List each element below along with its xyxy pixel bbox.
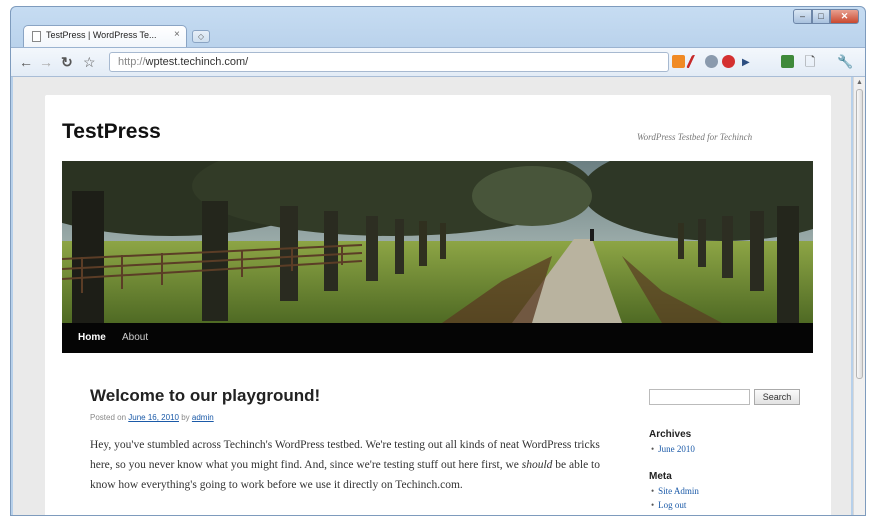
block-icon[interactable]: [722, 55, 735, 68]
browser-window: TestPress | WordPress Te... × ◇ – □ ✕ ← …: [10, 6, 866, 516]
browser-tab[interactable]: TestPress | WordPress Te... ×: [23, 25, 187, 47]
menu-item-about[interactable]: About: [122, 332, 148, 343]
archive-link[interactable]: • June 2010: [651, 444, 695, 454]
maximize-button[interactable]: □: [812, 9, 830, 24]
menu-item-home[interactable]: Home: [78, 332, 106, 343]
url-protocol: http://: [118, 56, 146, 68]
wrench-icon[interactable]: 🔧: [837, 54, 853, 70]
page-menu-icon[interactable]: 🗋: [805, 54, 815, 70]
archive-link-text[interactable]: June 2010: [658, 444, 695, 454]
post-meta: Posted on June 16, 2010 by admin: [90, 413, 214, 422]
site-admin-text[interactable]: Site Admin: [658, 486, 699, 496]
evernote-icon[interactable]: [781, 55, 794, 68]
primary-menu: Home About: [62, 323, 813, 353]
minimize-button[interactable]: –: [793, 9, 812, 24]
list-bullet: •: [651, 486, 655, 496]
pen-icon[interactable]: [685, 55, 700, 68]
header-image: [62, 161, 813, 323]
extension-gear-icon[interactable]: [705, 55, 718, 68]
rss-icon[interactable]: [672, 55, 685, 68]
scroll-up-icon[interactable]: ▲: [856, 79, 863, 86]
site-description: WordPress Testbed for Techinch: [637, 132, 753, 142]
post-date-link[interactable]: June 16, 2010: [128, 413, 179, 422]
log-out-link[interactable]: • Log out: [651, 500, 686, 510]
log-out-text[interactable]: Log out: [658, 500, 686, 510]
forward-icon[interactable]: →: [39, 54, 53, 70]
search-input[interactable]: [649, 389, 750, 405]
post-body-emphasis: should: [521, 459, 553, 471]
page-icon: [32, 31, 41, 42]
site-admin-link[interactable]: • Site Admin: [651, 486, 699, 496]
browser-toolbar: ← → ↻ ☆ http://wptest.techinch.com/ ▶ 🗋 …: [11, 47, 865, 77]
by-label: by: [181, 413, 190, 422]
scroll-thumb[interactable]: [856, 89, 863, 379]
back-icon[interactable]: ←: [19, 54, 33, 70]
url-host: wptest.techinch.com/: [145, 56, 249, 68]
post-content: Hey, you've stumbled across Techinch's W…: [90, 435, 610, 495]
list-bullet: •: [651, 444, 655, 454]
page-viewport: TestPress WordPress Testbed for Techinch: [13, 77, 851, 515]
tree-lined-road-image: [62, 161, 813, 323]
post-author-link[interactable]: admin: [192, 413, 214, 422]
search-button[interactable]: Search: [754, 389, 800, 405]
post-title[interactable]: Welcome to our playground!: [90, 386, 320, 406]
posted-on-label: Posted on: [90, 413, 127, 422]
reload-icon[interactable]: ↻: [61, 54, 73, 70]
archives-widget-title: Archives: [649, 429, 692, 440]
vertical-scrollbar[interactable]: ▲: [853, 77, 865, 515]
site-title[interactable]: TestPress: [62, 120, 161, 144]
new-tab-button[interactable]: ◇: [192, 30, 210, 43]
meta-widget-title: Meta: [649, 471, 672, 482]
wordpress-page: TestPress WordPress Testbed for Techinch: [45, 95, 831, 515]
url-text: http://wptest.techinch.com/: [118, 56, 248, 68]
play-icon[interactable]: ▶: [742, 55, 750, 71]
close-tab-icon[interactable]: ×: [174, 29, 180, 40]
bookmark-star-icon[interactable]: ☆: [83, 54, 96, 70]
title-bar: TestPress | WordPress Te... × ◇ – □ ✕: [11, 7, 865, 47]
tab-title: TestPress | WordPress Te...: [46, 30, 157, 40]
list-bullet: •: [651, 500, 655, 510]
window-controls: – □ ✕: [793, 9, 859, 25]
address-bar[interactable]: http://wptest.techinch.com/: [109, 52, 669, 72]
close-window-button[interactable]: ✕: [830, 9, 859, 24]
